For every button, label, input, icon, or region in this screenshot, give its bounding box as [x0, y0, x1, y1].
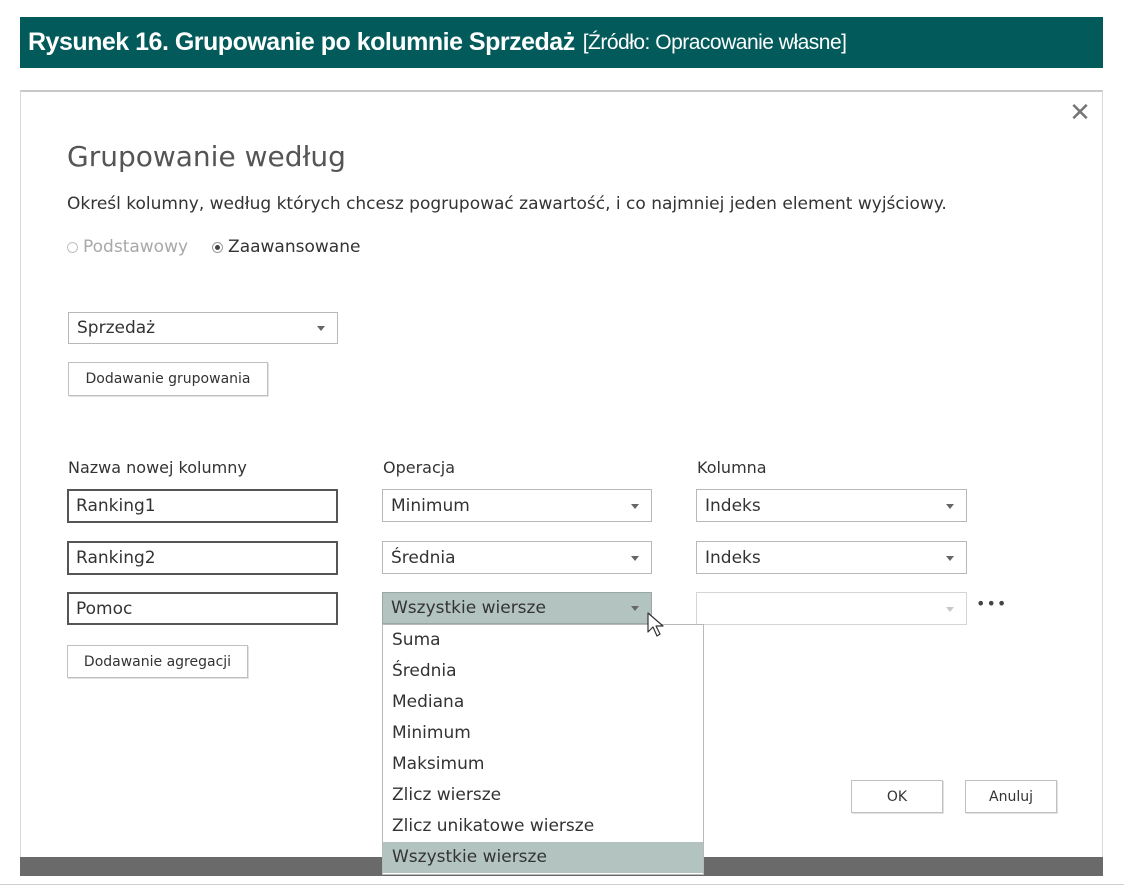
- add-aggregation-button[interactable]: Dodawanie agregacji: [67, 645, 248, 678]
- new-column-name-input-3[interactable]: Pomoc: [67, 592, 338, 625]
- dialog-title: Grupowanie według: [67, 140, 346, 173]
- new-column-name-value-1: Ranking1: [76, 496, 156, 516]
- operation-select-1[interactable]: Minimum: [382, 489, 652, 522]
- new-column-name-value-2: Ranking2: [76, 548, 156, 568]
- chevron-down-icon: [946, 555, 954, 561]
- dropdown-option[interactable]: Mediana: [383, 687, 703, 718]
- new-column-name-input-2[interactable]: Ranking2: [67, 541, 338, 575]
- operation-select-2[interactable]: Średnia: [382, 541, 652, 574]
- radio-basic[interactable]: Podstawowy: [67, 237, 188, 257]
- operation-select-3[interactable]: Wszystkie wiersze: [382, 592, 652, 624]
- mouse-cursor-icon: [647, 612, 664, 637]
- operation-select-value-3: Wszystkie wiersze: [391, 598, 546, 618]
- operation-dropdown-list: Suma Średnia Mediana Minimum Maksimum Zl…: [382, 624, 704, 875]
- chevron-down-icon: [946, 606, 954, 612]
- operation-select-value-1: Minimum: [391, 495, 470, 516]
- new-column-name-input-1[interactable]: Ranking1: [67, 489, 338, 523]
- dropdown-option[interactable]: Minimum: [383, 718, 703, 749]
- chevron-down-icon: [631, 503, 639, 509]
- dropdown-option[interactable]: Zlicz unikatowe wiersze: [383, 811, 703, 842]
- new-column-name-value-3: Pomoc: [76, 598, 133, 619]
- dropdown-option[interactable]: Średnia: [383, 656, 703, 687]
- dropdown-option[interactable]: Zlicz wiersze: [383, 780, 703, 811]
- caption-title: Rysunek 16. Grupowanie po kolumnie Sprze…: [28, 28, 575, 56]
- dropdown-option[interactable]: Maksimum: [383, 749, 703, 780]
- radio-advanced[interactable]: Zaawansowane: [212, 237, 360, 257]
- chevron-down-icon: [631, 606, 639, 611]
- operation-select-value-2: Średnia: [391, 547, 456, 568]
- more-options-icon[interactable]: •••: [976, 594, 1007, 613]
- figure-caption: Rysunek 16. Grupowanie po kolumnie Sprze…: [20, 17, 1103, 68]
- column-select-value-1: Indeks: [705, 495, 761, 516]
- group-by-select-value: Sprzedaż: [77, 318, 156, 338]
- chevron-down-icon: [631, 555, 639, 561]
- dropdown-option-selected[interactable]: Wszystkie wiersze: [383, 842, 703, 873]
- header-new-column: Nazwa nowej kolumny: [68, 458, 247, 477]
- header-column: Kolumna: [697, 458, 767, 477]
- column-select-1[interactable]: Indeks: [696, 489, 967, 522]
- ok-button[interactable]: OK: [851, 780, 943, 813]
- page-divider: [0, 884, 1124, 885]
- radio-advanced-circle-icon: [212, 241, 224, 253]
- header-operation: Operacja: [383, 458, 456, 477]
- chevron-down-icon: [946, 503, 954, 509]
- add-grouping-button[interactable]: Dodawanie grupowania: [68, 362, 268, 396]
- radio-basic-label: Podstawowy: [83, 237, 189, 257]
- close-icon[interactable]: ✕: [1067, 100, 1093, 126]
- column-select-2[interactable]: Indeks: [696, 541, 967, 574]
- dialog-subtitle: Określ kolumny, według których chcesz po…: [67, 194, 947, 214]
- radio-basic-circle-icon: [67, 241, 78, 253]
- radio-advanced-label: Zaawansowane: [228, 237, 361, 257]
- column-select-3[interactable]: [696, 592, 967, 625]
- mode-radio-group: Podstawowy Zaawansowane: [67, 237, 384, 257]
- group-by-select[interactable]: Sprzedaż: [68, 312, 338, 344]
- cancel-button[interactable]: Anuluj: [965, 780, 1057, 813]
- column-select-value-2: Indeks: [705, 547, 761, 568]
- caption-source: [Źródło: Opracowanie własne]: [582, 30, 847, 54]
- chevron-down-icon: [317, 326, 325, 331]
- group-by-dialog: ✕ Grupowanie według Określ kolumny, wedł…: [20, 90, 1103, 875]
